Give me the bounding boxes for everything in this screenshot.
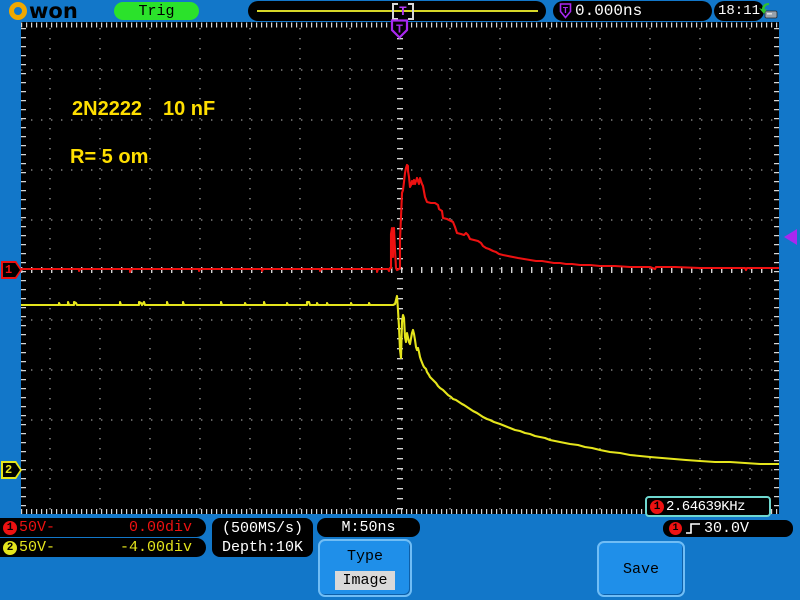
ch1-badge: 1 (3, 520, 17, 535)
trigger-time-offset-badge: T 0.000ns (553, 1, 712, 21)
owon-logo-o-icon (9, 2, 27, 20)
trigger-source-badge: 1 (669, 522, 682, 535)
type-button[interactable]: Type Image (318, 539, 412, 597)
acquisition-status-pill: (500MS/s) Depth:10K (212, 518, 313, 557)
trigger-level-value: 30.0V (704, 520, 750, 537)
frequency-channel-badge: 1 (650, 499, 664, 514)
timebase-status-pill: M:50ns (317, 518, 420, 537)
svg-text:T: T (396, 23, 403, 37)
ch1-ground-marker: 1 (1, 261, 22, 279)
type-button-title: Type (346, 548, 383, 565)
oscilloscope-screen: won Trig T T 0.000ns 18:11 T 2N2222 10 n… (0, 0, 800, 600)
trigger-level-arrow-icon (784, 229, 797, 245)
ch1-status-pill: 1 50V- 0.00div (0, 518, 206, 537)
ch2-status-pill: 2 50V- -4.00div (0, 538, 206, 557)
save-button[interactable]: Save (597, 541, 685, 597)
frequency-value: 2.64639KHz (666, 498, 746, 515)
graticule-svg (21, 22, 779, 514)
ch1-volts-per-div: 50V- (19, 519, 56, 536)
memory-trigger-t-label: T (399, 3, 407, 19)
trigger-status-pill: 1 30.0V (663, 520, 793, 537)
ch2-position: -4.00div (119, 539, 192, 556)
trigger-status-label: Trig (138, 2, 175, 20)
save-button-label: Save (622, 560, 659, 578)
trigger-position-shield-marker: T (390, 19, 409, 44)
bracket-right-icon (407, 2, 414, 20)
annotation-resistance: R= 5 om (70, 146, 149, 168)
svg-text:T: T (563, 6, 569, 16)
memory-depth: Depth:10K (221, 538, 303, 556)
timebase-value: M:50ns (341, 519, 396, 536)
trigger-t-icon: T (559, 3, 572, 19)
ch2-badge: 2 (3, 540, 17, 555)
bracket-left-icon (392, 2, 398, 20)
ch1-position: 0.00div (128, 519, 192, 536)
memory-trigger-position-marker: T (392, 2, 414, 20)
memory-position-bar: T (248, 1, 546, 21)
owon-logo: won (9, 0, 78, 23)
trigger-time-offset-value: 0.000ns (575, 2, 643, 20)
ch2-ground-marker-label: 2 (5, 463, 13, 477)
frequency-counter: 1 2.64639KHz (645, 496, 771, 517)
clock-value: 18:11 (717, 3, 760, 19)
rising-edge-icon (686, 523, 700, 534)
sample-rate: (500MS/s) (221, 519, 303, 537)
type-button-value: Image (335, 571, 395, 590)
owon-logo-text: won (29, 0, 78, 23)
annotation-device: 2N2222 (72, 98, 143, 120)
ch2-ground-marker: 2 (1, 461, 22, 479)
trigger-status-badge: Trig (114, 2, 199, 20)
annotation-capacitance: 10 nF (163, 98, 216, 120)
ch1-ground-marker-label: 1 (5, 263, 13, 277)
ch2-volts-per-div: 50V- (19, 539, 56, 556)
